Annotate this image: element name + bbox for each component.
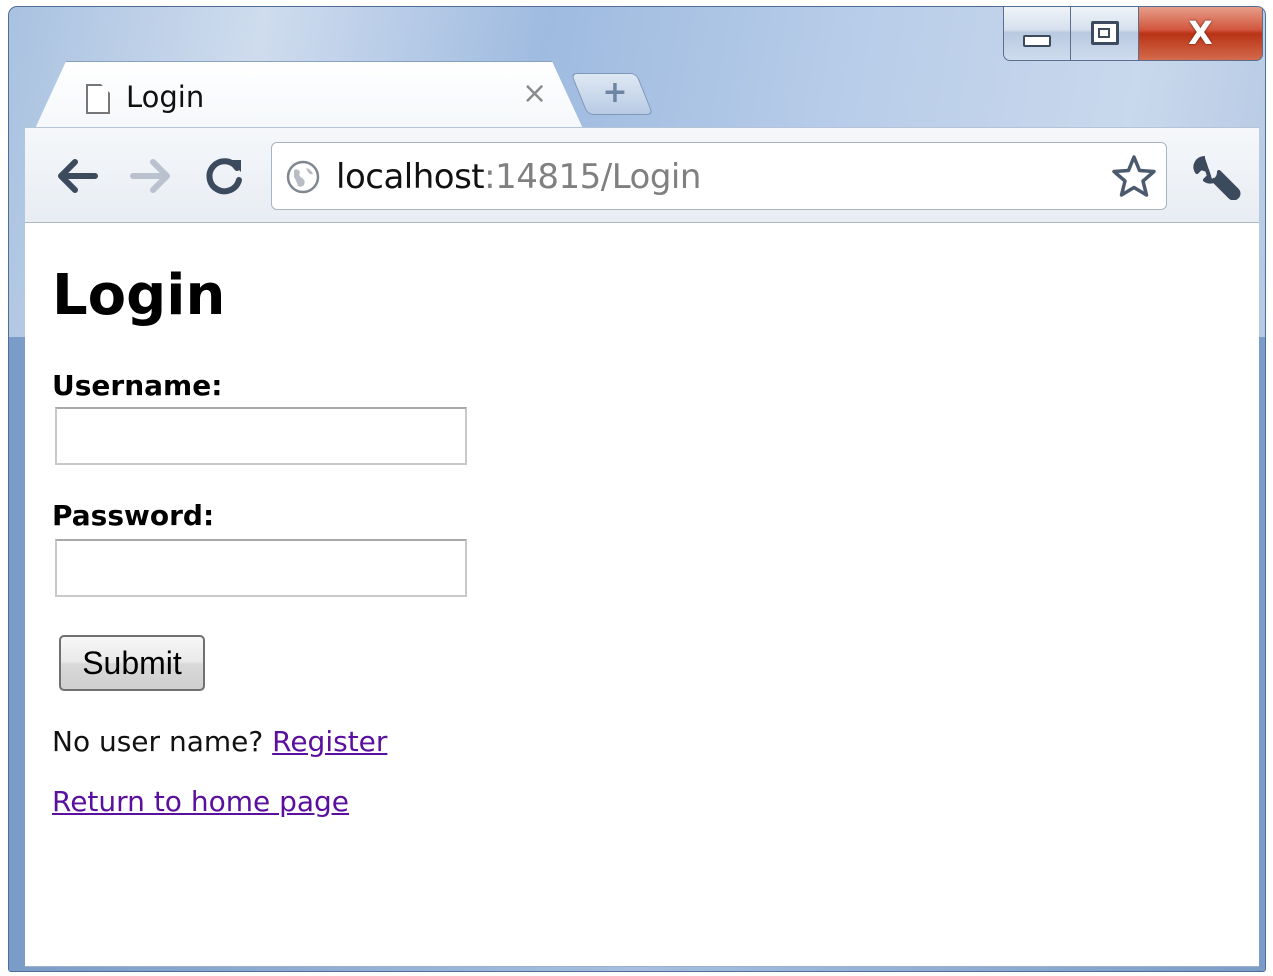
register-line: No user name? Register [52,725,387,758]
minimize-button[interactable] [1003,7,1071,61]
maximize-icon [1090,20,1119,45]
star-icon[interactable] [1110,153,1158,201]
maximize-button[interactable] [1071,7,1139,61]
browser-toolbar: localhost:14815/Login [25,127,1259,223]
forward-arrow-icon [130,159,170,193]
tab-login[interactable]: Login × [33,61,585,133]
address-bar[interactable]: localhost:14815/Login [271,142,1167,210]
url-host: localhost [336,157,485,197]
close-window-button[interactable]: X [1139,7,1263,61]
username-input[interactable] [55,407,467,465]
forward-button[interactable] [127,152,175,200]
username-label: Username: [52,369,223,402]
back-arrow-icon [58,159,98,193]
window-caption-buttons: X [1003,7,1263,63]
new-tab-plus-icon[interactable]: + [599,75,631,111]
return-home-link[interactable]: Return to home page [52,785,349,818]
url-text[interactable]: localhost:14815/Login [336,157,701,197]
globe-icon [286,160,320,194]
password-input[interactable] [55,539,467,597]
back-button[interactable] [53,152,101,200]
tab-title: Login [126,80,205,114]
password-label: Password: [52,499,215,532]
close-icon: X [1188,13,1213,52]
url-path: :14815/Login [484,157,701,197]
minimize-icon [1023,34,1051,47]
reload-icon [206,158,242,195]
tab-close-icon[interactable]: × [522,76,547,111]
register-prompt: No user name? [52,725,264,758]
submit-button[interactable]: Submit [59,635,205,691]
home-line: Return to home page [52,785,349,818]
page-title: Login [52,263,226,328]
browser-window: X Login × + localhost:14815/Login Login … [8,6,1266,972]
register-link[interactable]: Register [272,725,387,758]
page-content: Login Username: Password: Submit No user… [25,223,1259,967]
wrench-icon[interactable] [1191,152,1243,200]
page-icon [86,84,110,114]
reload-button[interactable] [201,152,249,200]
